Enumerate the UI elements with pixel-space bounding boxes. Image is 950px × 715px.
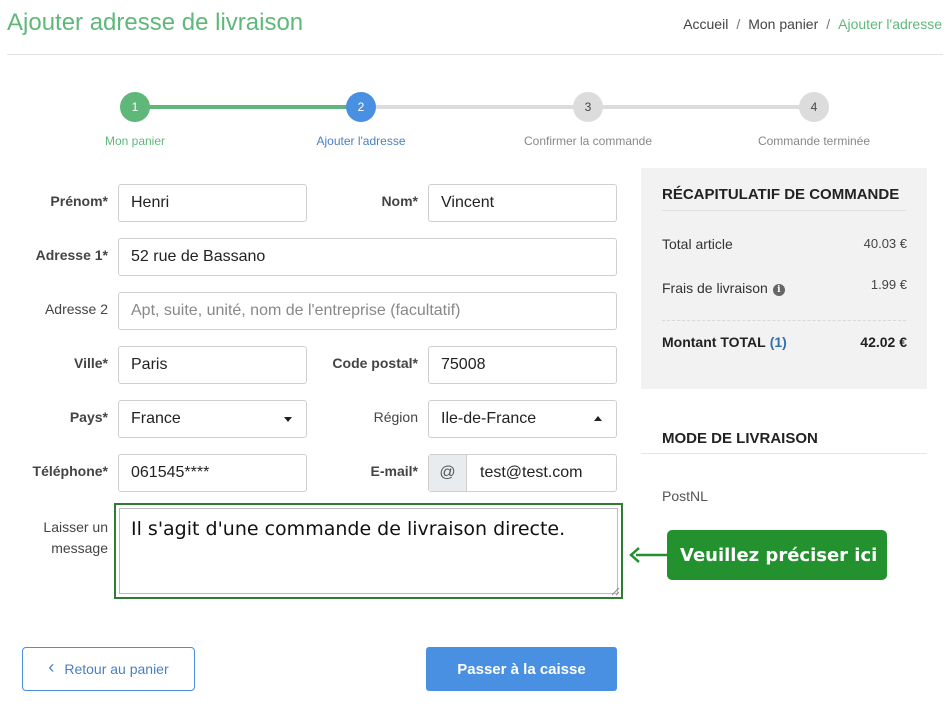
email-label: E-mail* xyxy=(370,463,418,479)
last-name-label: Nom* xyxy=(381,193,418,209)
total-value: 42.02 € xyxy=(860,334,907,350)
city-value: Paris xyxy=(131,356,168,373)
total-label: Montant TOTAL xyxy=(662,334,766,350)
phone-value: 061545**** xyxy=(131,464,210,481)
at-icon: @ xyxy=(429,455,467,491)
callout-hint: Veuillez préciser ici xyxy=(667,530,887,580)
summary-shipping-row: Frais de livraison i 1.99 € xyxy=(662,277,907,296)
step-1-circle: 1 xyxy=(120,92,150,122)
resize-handle-icon[interactable] xyxy=(610,586,620,596)
header-divider xyxy=(7,54,943,55)
last-name-value: Vincent xyxy=(441,194,495,211)
postal-code-value: 75008 xyxy=(441,356,486,373)
info-icon[interactable]: i xyxy=(772,284,785,296)
message-label-line1: Laisser un xyxy=(43,519,108,535)
phone-input[interactable]: 061545**** xyxy=(118,454,307,492)
summary-total-row: Montant TOTAL (1) 42.02 € xyxy=(662,334,907,350)
callout-arrow-icon xyxy=(629,547,668,563)
city-input[interactable]: Paris xyxy=(118,346,307,384)
email-value: test@test.com xyxy=(480,464,583,481)
breadcrumb-current: Ajouter l'adresse xyxy=(838,16,942,32)
phone-label: Téléphone* xyxy=(32,463,108,479)
region-select[interactable]: Ile-de-France xyxy=(428,400,617,438)
chevron-down-icon xyxy=(284,417,292,422)
postal-code-input[interactable]: 75008 xyxy=(428,346,617,384)
order-summary-panel: RÉCAPITULATIF DE COMMANDE Total article … xyxy=(641,168,927,389)
subtotal-label: Total article xyxy=(662,236,733,252)
last-name-input[interactable]: Vincent xyxy=(428,184,617,222)
city-label: Ville* xyxy=(74,355,108,371)
subtotal-value: 40.03 € xyxy=(863,236,907,251)
step-2-circle: 2 xyxy=(346,92,376,122)
address1-value: 52 rue de Bassano xyxy=(131,248,266,265)
step-4-circle: 4 xyxy=(799,92,829,122)
summary-subtotal-row: Total article 40.03 € xyxy=(662,236,907,252)
breadcrumb: Accueil / Mon panier / Ajouter l'adresse xyxy=(683,16,942,32)
country-label: Pays* xyxy=(69,409,108,425)
back-to-cart-button[interactable]: ‹ Retour au panier xyxy=(22,647,195,691)
message-textarea[interactable]: Il s'agit d'une commande de livraison di… xyxy=(119,508,618,594)
message-label: Laisser un message xyxy=(43,517,108,559)
step-1-label: Mon panier xyxy=(104,134,166,148)
checkout-button[interactable]: Passer à la caisse xyxy=(426,647,617,691)
chevron-up-icon xyxy=(594,416,602,421)
step-4-label: Commande terminée xyxy=(757,134,871,148)
back-to-cart-label: Retour au panier xyxy=(64,661,169,677)
first-name-label: Prénom* xyxy=(50,193,108,209)
address1-label: Adresse 1* xyxy=(35,247,108,263)
first-name-value: Henri xyxy=(131,194,170,211)
first-name-input[interactable]: Henri xyxy=(118,184,307,222)
region-label: Région xyxy=(373,409,418,425)
page-title: Ajouter adresse de livraison xyxy=(7,9,304,36)
shipping-fee-label: Frais de livraison xyxy=(662,280,768,296)
breadcrumb-home[interactable]: Accueil xyxy=(683,16,728,32)
breadcrumb-separator: / xyxy=(736,16,741,32)
email-input[interactable]: @ test@test.com xyxy=(428,454,617,492)
message-textarea-highlight: Il s'agit d'une commande de livraison di… xyxy=(114,503,623,599)
address2-label: Adresse 2 xyxy=(44,301,108,317)
total-item-count: (1) xyxy=(769,334,787,350)
breadcrumb-separator: / xyxy=(826,16,831,32)
step-3-label: Confirmer la commande xyxy=(523,134,653,148)
chevron-left-icon: ‹ xyxy=(48,657,55,677)
step-progress-done xyxy=(135,105,361,109)
country-select[interactable]: France xyxy=(118,400,307,438)
summary-divider-dotted xyxy=(662,320,906,321)
message-label-line2: message xyxy=(51,540,108,556)
address2-input[interactable]: Apt, suite, unité, nom de l'entreprise (… xyxy=(118,292,617,330)
shipping-method-title: MODE DE LIVRAISON xyxy=(662,430,818,447)
country-value: France xyxy=(131,410,181,427)
breadcrumb-cart[interactable]: Mon panier xyxy=(748,16,818,32)
step-2-label: Ajouter l'adresse xyxy=(316,134,406,148)
address2-placeholder: Apt, suite, unité, nom de l'entreprise (… xyxy=(131,302,461,319)
shipping-option[interactable]: PostNL xyxy=(662,488,708,504)
shipping-fee-value: 1.99 € xyxy=(870,277,907,292)
postal-code-label: Code postal* xyxy=(332,355,418,371)
shipping-method-divider xyxy=(641,453,927,454)
summary-title: RÉCAPITULATIF DE COMMANDE xyxy=(662,186,900,203)
address1-input[interactable]: 52 rue de Bassano xyxy=(118,238,617,276)
summary-divider xyxy=(662,210,906,211)
region-value: Ile-de-France xyxy=(441,410,537,427)
step-3-circle: 3 xyxy=(573,92,603,122)
